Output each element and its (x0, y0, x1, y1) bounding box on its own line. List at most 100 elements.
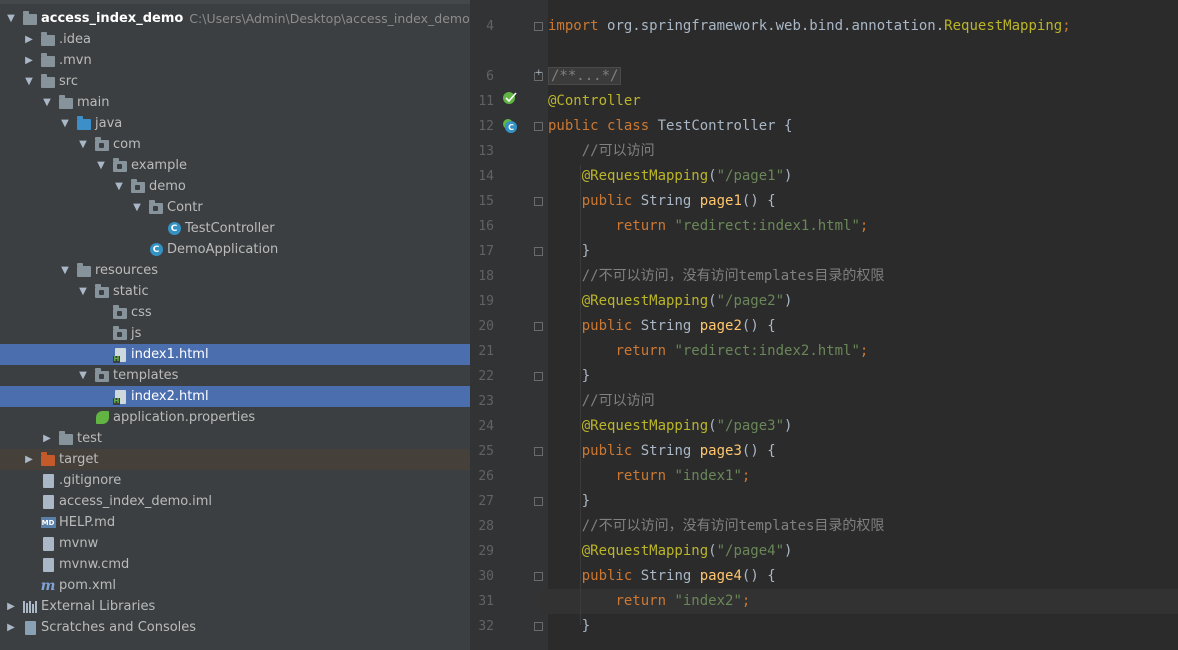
code-line-close[interactable]: } (548, 239, 590, 264)
fold-marker-icon[interactable] (534, 447, 543, 456)
project-tool-window: ▼ access_index_demo C:\Users\Admin\Deskt… (0, 0, 470, 650)
line-number: 31 (478, 594, 494, 609)
chevron-down-icon[interactable]: ▼ (22, 75, 36, 89)
folder-icon (40, 32, 56, 48)
code-line-return[interactable]: return "index1"; (548, 464, 750, 489)
tree-item-test[interactable]: ▶ test (0, 428, 470, 449)
tree-item-target[interactable]: ▶ target (0, 449, 470, 470)
tree-item-mvnw-cmd[interactable]: ▶ mvnw.cmd (0, 554, 470, 575)
chevron-right-icon[interactable]: ▶ (22, 33, 36, 47)
fold-marker-icon[interactable] (534, 197, 543, 206)
fold-expand-icon[interactable] (534, 68, 543, 81)
fold-marker-icon[interactable] (534, 572, 543, 581)
chevron-down-icon[interactable]: ▼ (76, 369, 90, 383)
tree-item-gitignore[interactable]: ▶ .gitignore (0, 470, 470, 491)
chevron-down-icon[interactable]: ▼ (40, 96, 54, 110)
code-line-controller-annotation[interactable]: @Controller (548, 89, 641, 114)
chevron-right-icon[interactable]: ▶ (40, 432, 54, 446)
code-line-comment[interactable]: //可以访问 (548, 389, 655, 414)
folder-icon (40, 53, 56, 69)
code-line-close[interactable]: } (548, 614, 590, 639)
tree-item-application-properties[interactable]: ▶ application.properties (0, 407, 470, 428)
code-line-return[interactable]: return "redirect:index1.html"; (548, 214, 868, 239)
fold-marker-icon[interactable] (534, 322, 543, 331)
chevron-down-icon[interactable]: ▼ (112, 180, 126, 194)
tree-item-demo[interactable]: ▼ demo (0, 176, 470, 197)
code-line-annotation[interactable]: @RequestMapping("/page4") (548, 539, 793, 564)
chevron-right-icon[interactable]: ▶ (4, 621, 18, 635)
collapsed-doc-comment[interactable]: /**...*/ (548, 67, 622, 85)
code-line-method-decl[interactable]: public String page2() { (548, 314, 776, 339)
code-line-return[interactable]: return "index2"; (548, 589, 750, 614)
code-line-annotation[interactable]: @RequestMapping("/page3") (548, 414, 793, 439)
tree-item-src[interactable]: ▼ src (0, 71, 470, 92)
tree-item-external-libraries[interactable]: ▶ External Libraries (0, 596, 470, 617)
code-line-close[interactable]: } (548, 489, 590, 514)
tree-item-resources[interactable]: ▼ resources (0, 260, 470, 281)
line-number: 6 (486, 69, 494, 84)
chevron-down-icon[interactable]: ▼ (58, 264, 72, 278)
code-line-method-decl[interactable]: public String page1() { (548, 189, 776, 214)
tree-item-label: mvnw (59, 536, 99, 551)
code-line-doc-collapsed[interactable]: /**...*/ (548, 64, 622, 89)
code-line-comment[interactable]: //可以访问 (548, 139, 655, 164)
code-line-close[interactable]: } (548, 364, 590, 389)
code-line-comment[interactable]: //不可以访问，没有访问templates目录的权限 (548, 514, 885, 539)
fold-marker-icon[interactable] (534, 622, 543, 631)
tree-item-contr[interactable]: ▼ Contr (0, 197, 470, 218)
tree-item-iml[interactable]: ▶ access_index_demo.iml (0, 491, 470, 512)
chevron-down-icon[interactable]: ▼ (94, 159, 108, 173)
fold-marker-icon[interactable] (534, 372, 543, 381)
chevron-down-icon[interactable]: ▼ (76, 138, 90, 152)
source-folder-icon (76, 116, 92, 132)
excluded-folder-icon (40, 452, 56, 468)
class-gutter-icon[interactable]: C (502, 118, 518, 134)
chevron-down-icon[interactable]: ▼ (58, 117, 72, 131)
code-line-method-decl[interactable]: public String page3() { (548, 439, 776, 464)
chevron-right-icon[interactable]: ▶ (4, 600, 18, 614)
tree-root-access-index-demo[interactable]: ▼ access_index_demo C:\Users\Admin\Deskt… (0, 8, 470, 29)
tree-item-index1-html[interactable]: ▶ H index1.html (0, 344, 470, 365)
code-line-comment[interactable]: //不可以访问，没有访问templates目录的权限 (548, 264, 885, 289)
chevron-down-icon[interactable]: ▼ (4, 12, 18, 26)
folder-icon (58, 95, 74, 111)
chevron-right-icon[interactable]: ▶ (22, 453, 36, 467)
tree-item-java[interactable]: ▼ java (0, 113, 470, 134)
tree-item-css[interactable]: ▶ css (0, 302, 470, 323)
line-number: 22 (478, 369, 494, 384)
code-line-annotation[interactable]: @RequestMapping("/page1") (548, 164, 793, 189)
tree-item-com[interactable]: ▼ com (0, 134, 470, 155)
tree-item-label: application.properties (113, 410, 256, 425)
tree-item-help-md[interactable]: ▶ MD HELP.md (0, 512, 470, 533)
code-line-import[interactable]: import org.springframework.web.bind.anno… (548, 14, 1071, 39)
tree-item-label: test (77, 431, 102, 446)
fold-marker-icon[interactable] (534, 22, 543, 31)
code-line-method-decl[interactable]: public String page4() { (548, 564, 776, 589)
fold-marker-icon[interactable] (534, 122, 543, 131)
fold-marker-icon[interactable] (534, 497, 543, 506)
tree-item-example[interactable]: ▼ example (0, 155, 470, 176)
tree-item-label: java (95, 116, 123, 131)
tree-item-templates[interactable]: ▼ templates (0, 365, 470, 386)
line-number: 30 (478, 569, 494, 584)
tree-item-index2-html[interactable]: ▶ H index2.html (0, 386, 470, 407)
tree-item-js[interactable]: ▶ js (0, 323, 470, 344)
tree-item-mvn[interactable]: ▶ .mvn (0, 50, 470, 71)
fold-marker-icon[interactable] (534, 247, 543, 256)
tree-item-pom-xml[interactable]: ▶ m pom.xml (0, 575, 470, 596)
chevron-right-icon[interactable]: ▶ (22, 54, 36, 68)
code-line-return[interactable]: return "redirect:index2.html"; (548, 339, 868, 364)
tree-item-label: Contr (167, 200, 203, 215)
code-line-annotation[interactable]: @RequestMapping("/page2") (548, 289, 793, 314)
tree-item-main[interactable]: ▼ main (0, 92, 470, 113)
chevron-down-icon[interactable]: ▼ (76, 285, 90, 299)
tree-item-mvnw[interactable]: ▶ mvnw (0, 533, 470, 554)
tree-item-static[interactable]: ▼ static (0, 281, 470, 302)
chevron-down-icon[interactable]: ▼ (130, 201, 144, 215)
tree-item-demoapplication[interactable]: ▶ C DemoApplication (0, 239, 470, 260)
spring-bean-gutter-icon[interactable] (502, 90, 518, 106)
tree-item-testcontroller[interactable]: ▶ C TestController (0, 218, 470, 239)
tree-item-idea[interactable]: ▶ .idea (0, 29, 470, 50)
code-line-class-decl[interactable]: public class TestController { (548, 114, 792, 139)
tree-item-scratches[interactable]: ▶ Scratches and Consoles (0, 617, 470, 638)
